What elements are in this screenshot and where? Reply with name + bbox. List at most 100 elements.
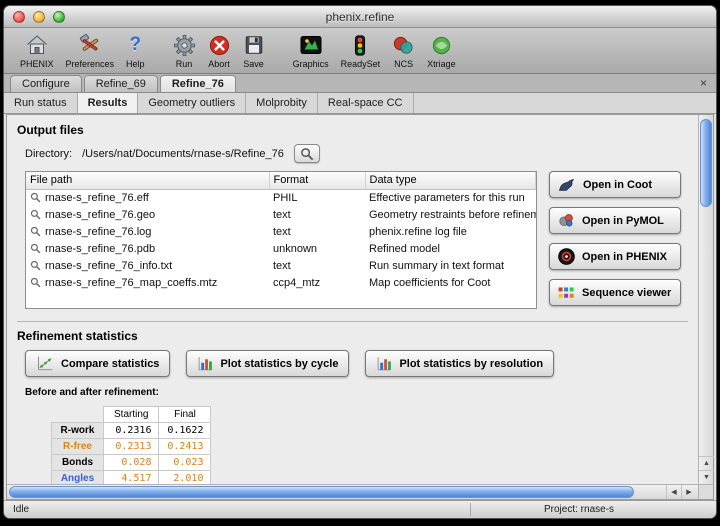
tab-close-icon[interactable]: × (700, 76, 707, 90)
file-name: rnase-s_refine_76.geo (45, 209, 155, 221)
table-row[interactable]: rnase-s_refine_76.pdb unknown Refined mo… (26, 240, 536, 257)
scroll-left-arrow-icon[interactable]: ◀ (666, 485, 681, 499)
file-type: Refined model (365, 240, 536, 257)
scroll-down-arrow-icon[interactable]: ▼ (699, 470, 714, 484)
open-in-phenix-button[interactable]: Open in PHENIX (549, 243, 681, 270)
toolbar-button-run[interactable]: Run (167, 32, 202, 70)
app-window: phenix.refine PHENIX Preferences ? Help … (3, 5, 717, 519)
open-in-pymol-button[interactable]: Open in PyMOL (549, 207, 681, 234)
titlebar: phenix.refine (4, 6, 716, 28)
scroll-viewport: Output files Directory: /Users/nat/Docum… (7, 115, 698, 484)
zoom-window-button[interactable] (53, 11, 65, 23)
toolbar-button-phenix[interactable]: PHENIX (14, 32, 60, 70)
horizontal-scrollbar[interactable]: ◀ ▶ (7, 484, 698, 499)
subtab-run-status[interactable]: Run status (4, 93, 78, 113)
toolbar-button-readyset[interactable]: ReadySet (335, 32, 387, 70)
stats-corner-cell (52, 407, 104, 423)
refinement-stats-table: Starting Final R-work 0.2316 0.1622 R-fr… (51, 406, 211, 484)
toolbar-button-save[interactable]: Save (237, 32, 271, 70)
browse-directory-button[interactable] (294, 144, 320, 163)
magnifier-icon (30, 277, 41, 288)
abort-icon (208, 33, 231, 58)
close-window-button[interactable] (13, 11, 25, 23)
sequence-viewer-button[interactable]: Sequence viewer (549, 279, 681, 306)
minimize-window-button[interactable] (33, 11, 45, 23)
file-name: rnase-s_refine_76_map_coeffs.mtz (45, 277, 217, 289)
section-divider (17, 321, 688, 322)
pymol-icon (557, 211, 576, 230)
toolbar-button-ncs[interactable]: NCS (386, 32, 421, 70)
stat-value: 0.028 (104, 455, 159, 471)
subtab-geometry-outliers[interactable]: Geometry outliers (138, 93, 246, 113)
toolbar-button-preferences[interactable]: Preferences (60, 32, 121, 70)
vertical-scrollbar[interactable]: ▲ ▼ (698, 115, 713, 484)
toolbar-label: Preferences (66, 59, 115, 69)
stat-label: Angles (52, 471, 104, 485)
column-header-data-type[interactable]: Data type (365, 172, 536, 189)
compare-statistics-button[interactable]: Compare statistics (25, 350, 170, 377)
before-after-label: Before and after refinement: (25, 387, 688, 398)
table-row[interactable]: rnase-s_refine_76_info.txt text Run summ… (26, 257, 536, 274)
stats-column-final: Final (159, 407, 211, 423)
scroll-up-arrow-icon[interactable]: ▲ (699, 456, 714, 470)
subtab-molprobity[interactable]: Molprobity (246, 93, 318, 113)
subtab-label: Results (88, 97, 128, 109)
scrollbar-corner (698, 484, 713, 499)
plot-by-resolution-button[interactable]: Plot statistics by resolution (365, 350, 554, 377)
tab-refine-69[interactable]: Refine_69 (84, 75, 158, 92)
window-title: phenix.refine (4, 6, 716, 28)
file-type: Effective parameters for this run (365, 189, 536, 206)
subtab-real-space-cc[interactable]: Real-space CC (318, 93, 414, 113)
table-row[interactable]: rnase-s_refine_76.geo text Geometry rest… (26, 206, 536, 223)
file-format: ccp4_mtz (269, 274, 365, 291)
subtab-results[interactable]: Results (78, 93, 139, 113)
file-name: rnase-s_refine_76.log (45, 226, 151, 238)
open-in-coot-button[interactable]: Open in Coot (549, 171, 681, 198)
stats-row-bonds: Bonds 0.028 0.023 (52, 455, 211, 471)
button-label: Sequence viewer (582, 287, 671, 299)
directory-path: /Users/nat/Documents/rnase-s/Refine_76 (82, 148, 284, 160)
scroll-right-arrow-icon[interactable]: ▶ (681, 485, 696, 499)
bar-chart-icon (376, 355, 393, 372)
vertical-scroll-thumb[interactable] (700, 119, 712, 207)
tab-bar: Configure Refine_69 Refine_76 × (4, 74, 716, 93)
table-row[interactable]: rnase-s_refine_76_map_coeffs.mtz ccp4_mt… (26, 274, 536, 291)
tab-configure[interactable]: Configure (10, 75, 82, 92)
tab-label: Configure (22, 78, 70, 90)
directory-label: Directory: (25, 148, 72, 160)
column-header-format[interactable]: Format (269, 172, 365, 189)
toolbar-button-graphics[interactable]: Graphics (287, 32, 335, 70)
file-name: rnase-s_refine_76_info.txt (45, 260, 172, 272)
directory-row: Directory: /Users/nat/Documents/rnase-s/… (25, 144, 688, 163)
table-row[interactable]: rnase-s_refine_76.eff PHIL Effective par… (26, 189, 536, 206)
toolbar-button-xtriage[interactable]: Xtriage (421, 32, 462, 70)
column-header-file-path[interactable]: File path (26, 172, 269, 189)
magnifier-icon (30, 192, 41, 203)
button-label: Plot statistics by cycle (220, 358, 338, 370)
stats-column-starting: Starting (104, 407, 159, 423)
toolbar-button-abort[interactable]: Abort (202, 32, 237, 70)
stats-row-angles: Angles 4.517 2.010 (52, 471, 211, 485)
toolbar-label: Help (126, 59, 145, 69)
phenix-home-icon (25, 33, 49, 58)
plot-by-cycle-button[interactable]: Plot statistics by cycle (186, 350, 349, 377)
horizontal-scroll-thumb[interactable] (9, 486, 634, 498)
tab-refine-76[interactable]: Refine_76 (160, 75, 236, 92)
toolbar-button-help[interactable]: ? Help (120, 32, 151, 70)
status-text: Idle (13, 504, 29, 515)
statistics-buttons-row: Compare statistics Plot statistics by cy… (25, 350, 688, 377)
button-label: Plot statistics by resolution (399, 358, 543, 370)
table-row[interactable]: rnase-s_refine_76.log text phenix.refine… (26, 223, 536, 240)
toolbar-label: Xtriage (427, 59, 456, 69)
subtab-label: Geometry outliers (148, 97, 235, 109)
results-panel: Output files Directory: /Users/nat/Docum… (6, 114, 714, 500)
traffic-light-icon (349, 33, 371, 58)
file-type: phenix.refine log file (365, 223, 536, 240)
file-format: text (269, 257, 365, 274)
tab-label: Refine_69 (96, 78, 146, 90)
graphics-icon (299, 33, 323, 58)
tools-icon (78, 33, 102, 58)
stats-row-r-work: R-work 0.2316 0.1622 (52, 423, 211, 439)
output-files-table: File path Format Data type rnase-s_refin… (25, 171, 537, 309)
button-label: Open in PyMOL (582, 215, 664, 227)
